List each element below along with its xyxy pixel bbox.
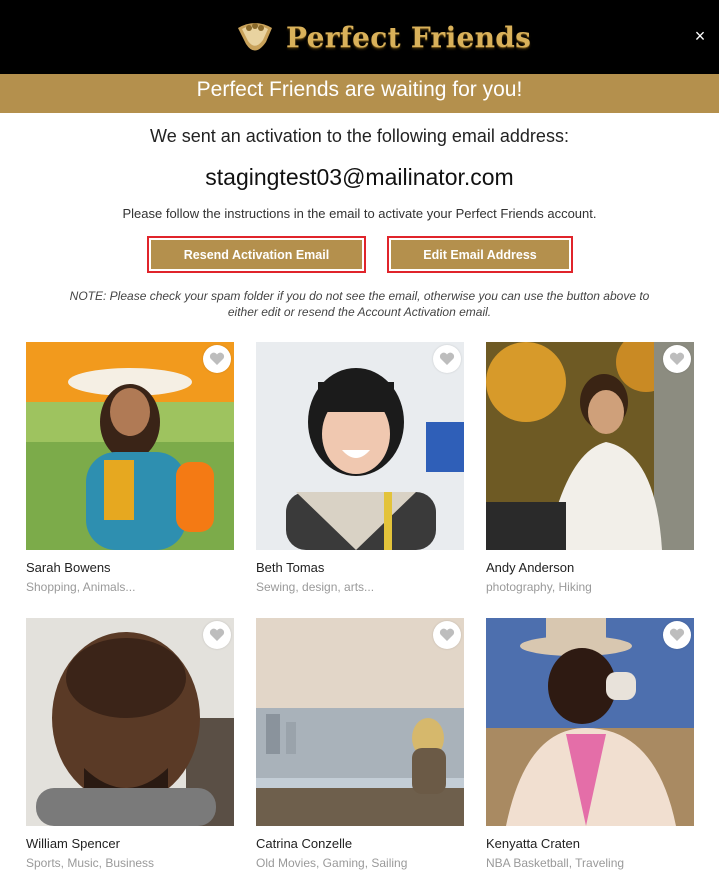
profile-card[interactable]: Andy Anderson photography, Hiking bbox=[486, 342, 694, 594]
profile-name[interactable]: William Spencer bbox=[26, 836, 234, 851]
profile-photo[interactable] bbox=[26, 618, 234, 826]
favorite-heart-icon[interactable] bbox=[663, 621, 691, 649]
profile-interests: Sports, Music, Business bbox=[26, 856, 155, 870]
welcome-banner: Perfect Friends are waiting for you! bbox=[0, 74, 719, 113]
profile-card[interactable]: William Spencer Sports, Music, Business bbox=[26, 618, 234, 870]
profile-photo[interactable] bbox=[26, 342, 234, 550]
profile-name[interactable]: Sarah Bowens bbox=[26, 560, 234, 575]
favorite-heart-icon[interactable] bbox=[663, 345, 691, 373]
profile-card[interactable]: Beth Tomas Sewing, design, arts... bbox=[256, 342, 464, 594]
profile-name[interactable]: Andy Anderson bbox=[486, 560, 694, 575]
email-address: stagingtest03@mailinator.com bbox=[205, 164, 514, 190]
profile-card[interactable]: Kenyatta Craten NBA Basketball, Travelin… bbox=[486, 618, 694, 870]
profile-interests: Shopping, Animals... bbox=[26, 580, 136, 594]
profile-photo[interactable] bbox=[486, 342, 694, 550]
profile-card[interactable]: Catrina Conzelle Old Movies, Gaming, Sai… bbox=[256, 618, 464, 870]
instructions-text: Please follow the instructions in the em… bbox=[122, 206, 597, 221]
profile-interests: Sewing, design, arts... bbox=[256, 580, 375, 594]
resend-activation-label: Resend Activation Email bbox=[151, 240, 362, 269]
favorite-heart-icon[interactable] bbox=[433, 621, 461, 649]
favorite-heart-icon[interactable] bbox=[203, 345, 231, 373]
logo-icon bbox=[238, 23, 272, 51]
profile-name[interactable]: Kenyatta Craten bbox=[486, 836, 694, 851]
resend-activation-button[interactable]: Resend Activation Email bbox=[147, 236, 366, 273]
favorite-heart-icon[interactable] bbox=[203, 621, 231, 649]
profile-interests: Old Movies, Gaming, Sailing bbox=[256, 856, 408, 870]
edit-email-button[interactable]: Edit Email Address bbox=[387, 236, 573, 273]
spam-note: NOTE: Please check your spam folder if y… bbox=[69, 289, 650, 319]
profile-interests: photography, Hiking bbox=[486, 580, 592, 594]
edit-email-label: Edit Email Address bbox=[391, 240, 569, 269]
profile-name[interactable]: Beth Tomas bbox=[256, 560, 464, 575]
close-icon[interactable]: × bbox=[691, 27, 709, 45]
favorite-heart-icon[interactable] bbox=[433, 345, 461, 373]
profile-interests: NBA Basketball, Traveling bbox=[486, 856, 625, 870]
profile-photo[interactable] bbox=[256, 618, 464, 826]
logo-text: Perfect Friends bbox=[286, 20, 532, 54]
logo: Perfect Friends bbox=[232, 14, 531, 60]
profile-card[interactable]: Sarah Bowens Shopping, Animals... bbox=[26, 342, 234, 594]
profile-name[interactable]: Catrina Conzelle bbox=[256, 836, 464, 851]
sent-message: We sent an activation to the following e… bbox=[150, 126, 569, 146]
profile-photo[interactable] bbox=[256, 342, 464, 550]
profile-photo[interactable] bbox=[486, 618, 694, 826]
top-bar: Perfect Friends × bbox=[0, 0, 719, 74]
